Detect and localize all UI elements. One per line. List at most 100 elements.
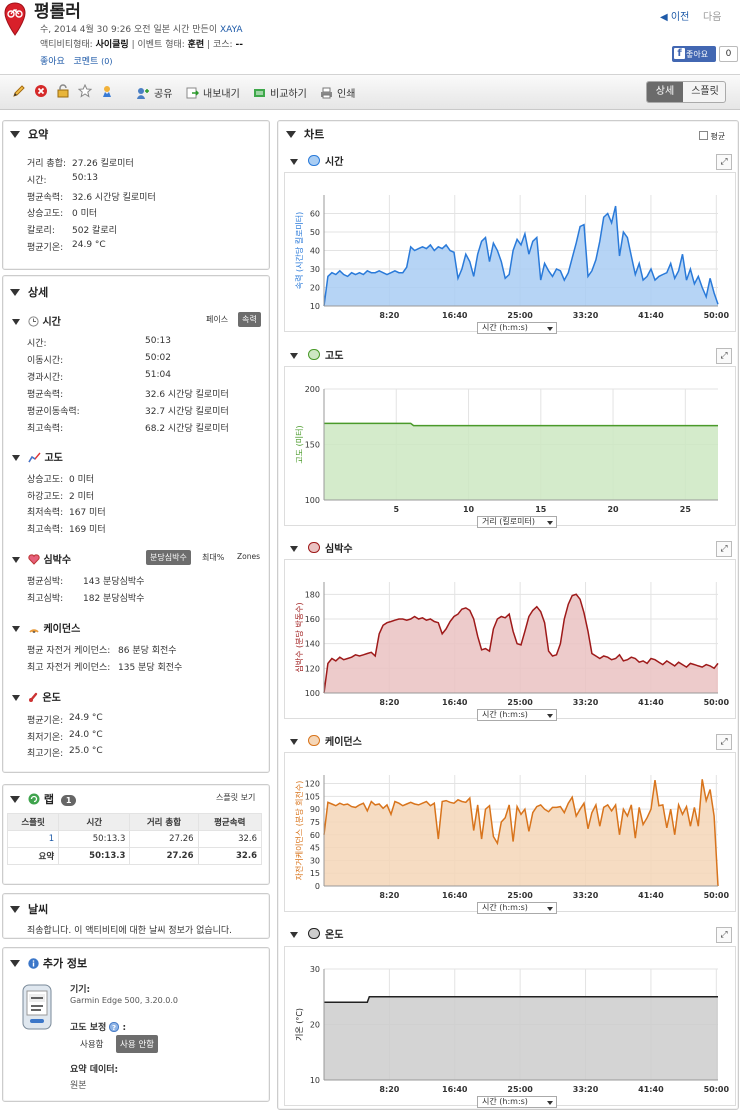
bpm-tab[interactable]: 분당심박수	[146, 550, 191, 565]
extra-info-header[interactable]: 추가 정보	[10, 955, 87, 971]
weather-header[interactable]: 날씨	[10, 901, 48, 917]
x-tick-label: 8:20	[379, 311, 399, 320]
compare-icon	[253, 87, 266, 99]
chart-box: 10 20 30 40 50 60 8:20 16:40 25:00 33:20 41:40 50:0…	[284, 172, 736, 334]
expand-icon[interactable]: ⤢	[716, 734, 732, 750]
x-axis-select[interactable]: 거리 (킬로미터)	[477, 516, 557, 528]
col-header[interactable]: 평균속력	[197, 813, 263, 831]
collapse-arrow-icon[interactable]	[12, 319, 20, 325]
prev-activity-link[interactable]: ◀ 이전	[660, 8, 689, 23]
event-type-value[interactable]: 훈련	[188, 40, 205, 50]
expand-icon[interactable]: ⤢	[716, 927, 732, 943]
collapse-arrow-icon[interactable]	[290, 159, 298, 165]
export-button[interactable]: 내보내기	[186, 85, 240, 100]
activity-date: 수, 2014 4월 30 9:26 오전 일본 시간 만든이	[40, 25, 218, 35]
col-header[interactable]: 스플릿	[6, 813, 60, 831]
temp-section-title: 온도	[42, 693, 61, 704]
collapse-arrow-icon[interactable]	[12, 455, 20, 461]
heart-section-header[interactable]: 심박수	[12, 551, 71, 566]
collapse-arrow-icon[interactable]	[290, 932, 298, 938]
cadence-section-header[interactable]: 케이던스	[12, 620, 80, 635]
x-axis-select[interactable]: 시간 (h:m:s)	[477, 709, 557, 721]
collapse-arrow-icon[interactable]	[10, 289, 20, 296]
course-value[interactable]: --	[235, 40, 242, 50]
collapse-arrow-icon[interactable]	[12, 695, 20, 701]
comment-link[interactable]: 코멘트	[73, 57, 98, 67]
collapse-arrow-icon[interactable]	[12, 557, 20, 563]
stat-value: 182 분당심박수	[83, 594, 145, 604]
facebook-like-widget[interactable]: f 좋아요 0	[672, 46, 738, 62]
summary-header[interactable]: 요약	[10, 126, 48, 142]
help-icon[interactable]: ?	[109, 1022, 120, 1032]
chart-title-row[interactable]: 케이던스	[290, 733, 362, 748]
collapse-arrow-icon[interactable]	[10, 906, 20, 913]
chart-title-row[interactable]: 시간	[290, 153, 343, 168]
x-axis-select[interactable]: 시간 (h:m:s)	[477, 902, 557, 914]
collapse-arrow-icon[interactable]	[290, 739, 298, 745]
collapse-arrow-icon[interactable]	[10, 131, 20, 138]
edit-pencil-icon[interactable]	[12, 84, 26, 98]
elevation-section-header[interactable]: 고도	[12, 449, 63, 464]
x-axis-select[interactable]: 시간 (h:m:s)	[477, 322, 557, 334]
collapse-arrow-icon[interactable]	[290, 546, 298, 552]
temp-section-header[interactable]: 온도	[12, 689, 61, 704]
view-detail-button[interactable]: 상세	[647, 82, 683, 102]
max-percent-tab[interactable]: 최대%	[198, 550, 228, 565]
print-button[interactable]: 인쇄	[320, 85, 355, 100]
privacy-lock-icon[interactable]	[56, 84, 70, 98]
collapse-arrow-icon[interactable]	[10, 960, 20, 967]
author-link[interactable]: XAYA	[220, 25, 243, 35]
badge-award-icon[interactable]	[100, 84, 114, 98]
extra-info-title: 추가 정보	[42, 957, 88, 970]
collapse-arrow-icon[interactable]	[12, 626, 20, 632]
chart-title-row[interactable]: 온도	[290, 926, 343, 941]
expand-icon[interactable]: ⤢	[716, 541, 732, 557]
collapse-arrow-icon[interactable]	[290, 353, 298, 359]
activity-title[interactable]: 평롤러	[34, 0, 81, 22]
speed-tab[interactable]: 속력	[238, 312, 261, 327]
average-checkbox[interactable]	[699, 131, 708, 140]
col-header[interactable]: 거리 총합	[129, 813, 199, 831]
laps-header[interactable]: 랩 1	[10, 791, 77, 807]
cadence-icon	[308, 735, 320, 746]
like-link[interactable]: 좋아요	[40, 57, 65, 67]
details-header[interactable]: 상세	[10, 284, 48, 300]
collapse-arrow-icon[interactable]	[286, 131, 296, 138]
x-tick-label: 41:40	[638, 698, 664, 707]
charts-header[interactable]: 차트	[286, 126, 324, 142]
time-section-header[interactable]: 시간	[12, 313, 61, 328]
x-tick-label: 16:40	[442, 311, 468, 320]
split-view-link[interactable]: 스플릿 보기	[216, 792, 255, 803]
elev-correction-off[interactable]: 사용 안함	[116, 1035, 158, 1053]
elev-correction-on[interactable]: 사용함	[76, 1036, 107, 1052]
series-area	[324, 206, 718, 306]
share-button[interactable]: 공유	[137, 85, 172, 100]
favorite-star-icon[interactable]	[78, 84, 92, 98]
y-tick-label: 75	[310, 818, 320, 827]
col-header[interactable]: 시간	[58, 813, 131, 831]
zones-tab[interactable]: Zones	[233, 550, 264, 563]
delete-icon[interactable]	[34, 84, 48, 98]
facebook-like-button[interactable]: f 좋아요	[672, 46, 716, 62]
collapse-arrow-icon[interactable]	[10, 796, 20, 803]
table-row[interactable]: 1 50:13.3 27.26 32.6	[6, 830, 263, 848]
average-toggle[interactable]: 평균	[699, 131, 725, 142]
x-tick-label: 16:40	[442, 891, 468, 900]
compare-button[interactable]: 비교하기	[253, 85, 307, 100]
view-split-button[interactable]: 스플릿	[683, 82, 725, 102]
next-activity-link[interactable]: 다음	[703, 8, 721, 23]
comment-count[interactable]: (0)	[101, 57, 112, 66]
table-cell[interactable]: 1	[6, 830, 60, 848]
chart-title-row[interactable]: 심박수	[290, 540, 353, 555]
laps-table: 스플릿 시간 거리 총합 평균속력 1 50:13.3 27.26 32.6 요…	[6, 813, 263, 865]
chart-box: 100 150 200 5 10 15 20 25 고도 (미터) 거리 (킬로미터)	[284, 366, 736, 528]
pace-tab[interactable]: 페이스	[202, 312, 232, 327]
expand-icon[interactable]: ⤢	[716, 154, 732, 170]
expand-icon[interactable]: ⤢	[716, 348, 732, 364]
activity-type-value[interactable]: 사이클링	[96, 40, 129, 50]
x-axis-select[interactable]: 시간 (h:m:s)	[477, 1096, 557, 1108]
y-axis-label: 속력 (시간당 킬로미터)	[294, 212, 304, 290]
chart-title-row[interactable]: 고도	[290, 347, 343, 362]
x-tick-label: 25:00	[507, 698, 533, 707]
y-tick-label: 15	[310, 869, 320, 878]
